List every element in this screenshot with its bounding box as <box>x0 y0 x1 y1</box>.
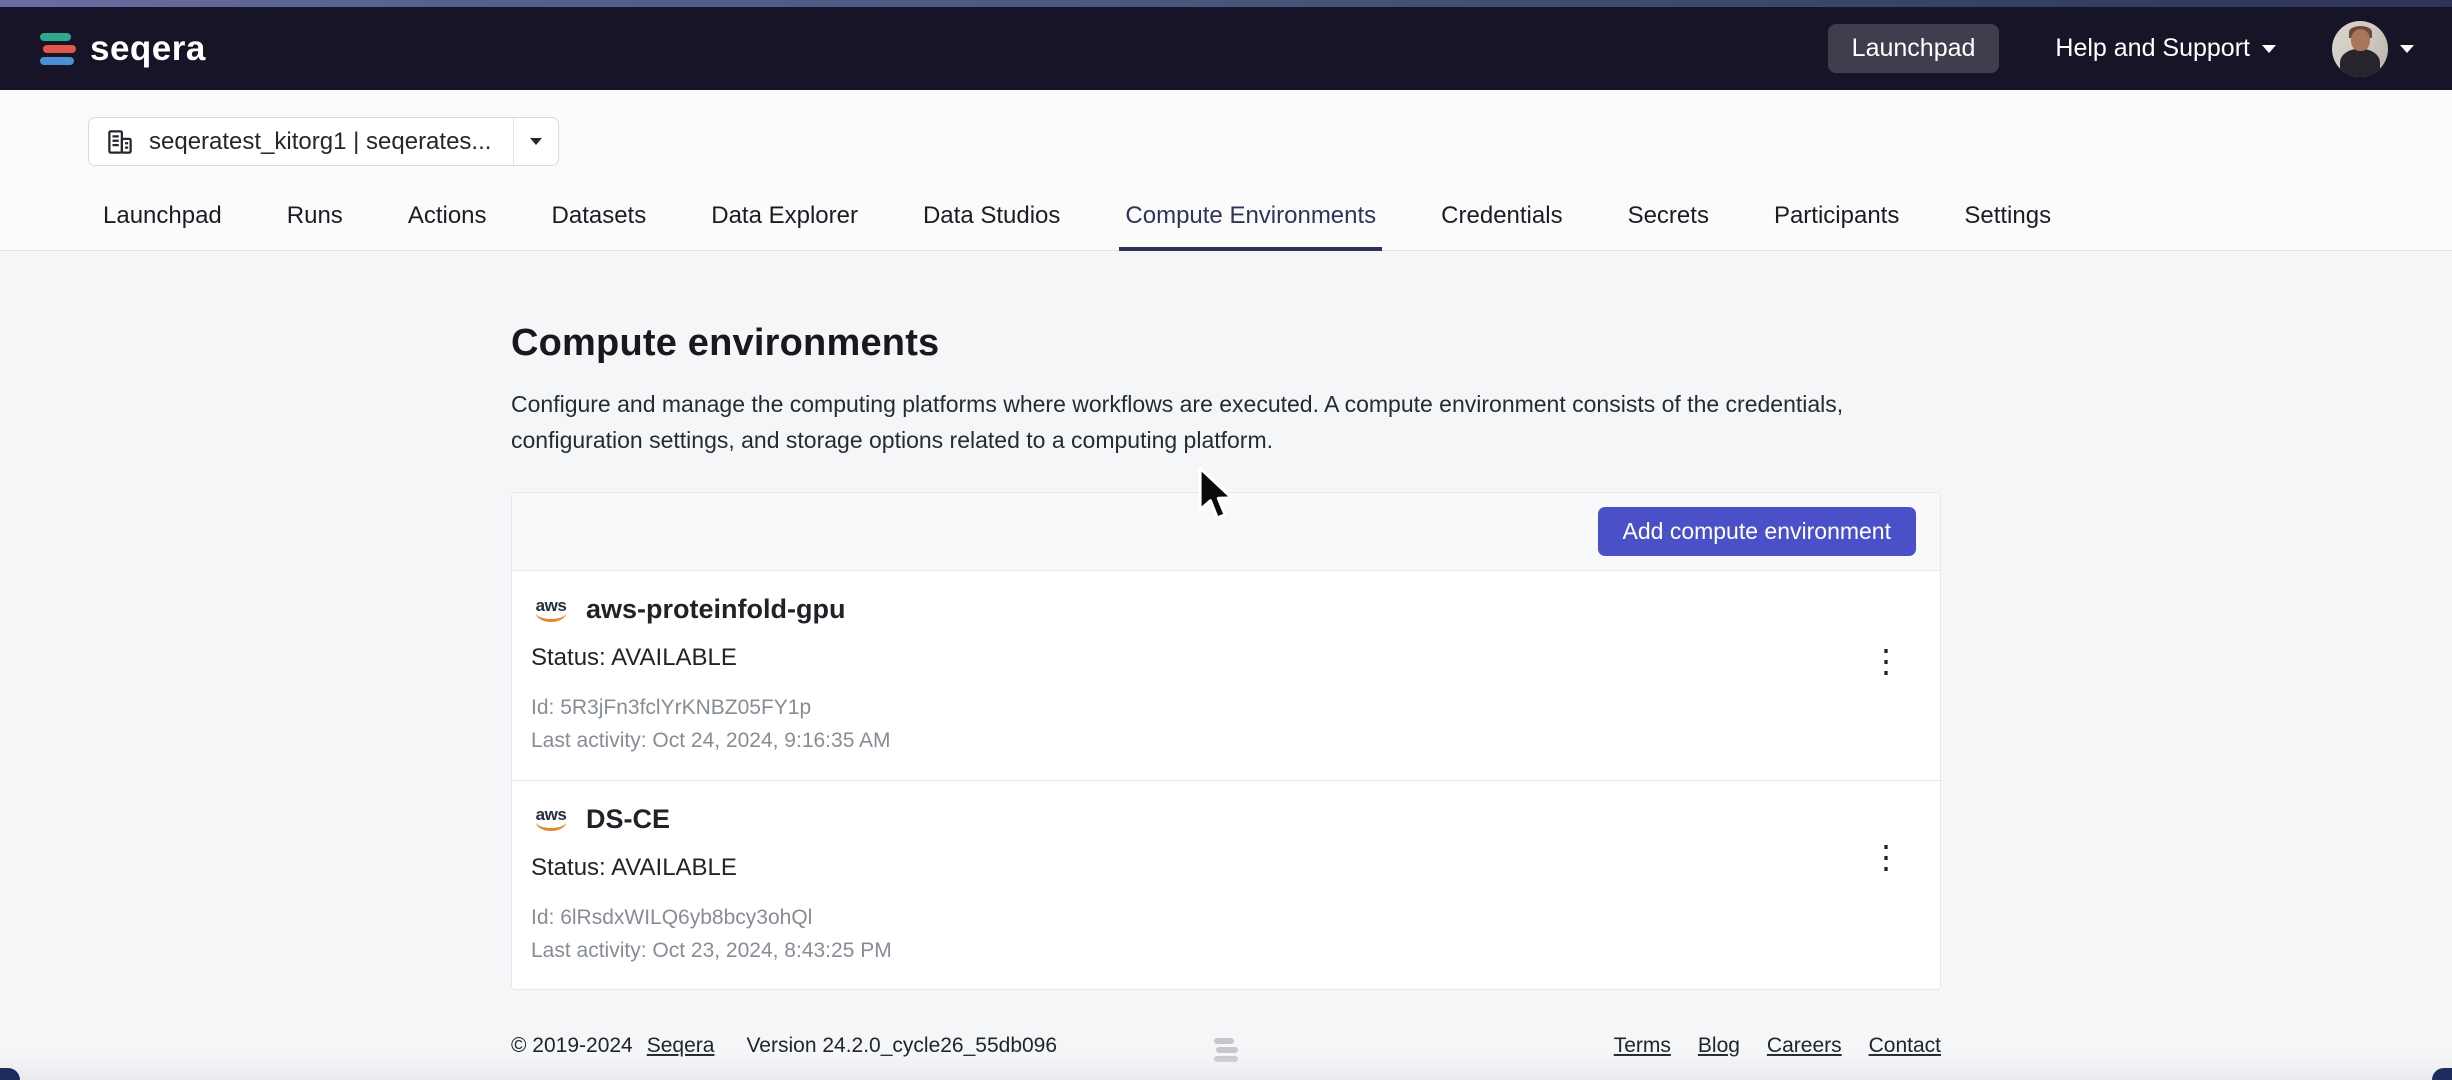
organization-icon <box>108 129 132 154</box>
chevron-down-icon <box>2400 44 2414 53</box>
compute-environments-panel: Add compute environment aws aws-proteinf… <box>511 492 1941 991</box>
status-value: AVAILABLE <box>611 853 737 881</box>
workspace-selector[interactable]: seqeratest_kitorg1 | seqerates... <box>88 117 560 166</box>
workspace-dropdown-toggle[interactable] <box>513 118 558 165</box>
environment-name-link[interactable]: aws-proteinfold-gpu <box>586 594 845 625</box>
chevron-down-icon <box>2262 44 2276 53</box>
workspace-tabs: Launchpad Runs Actions Datasets Data Exp… <box>0 192 2452 251</box>
compute-environment-row[interactable]: aws aws-proteinfold-gpu Status: AVAILABL… <box>512 571 1940 779</box>
tab-launchpad[interactable]: Launchpad <box>97 192 228 251</box>
tab-settings[interactable]: Settings <box>1958 192 2057 251</box>
main-content: Compute environments Configure and manag… <box>511 251 1941 991</box>
tab-runs[interactable]: Runs <box>281 192 349 251</box>
avatar <box>2332 20 2388 77</box>
workspace-selected-value: seqeratest_kitorg1 | seqerates... <box>149 127 492 155</box>
page-title: Compute environments <box>511 322 940 364</box>
seqera-logo[interactable]: seqera <box>40 29 206 69</box>
tab-actions[interactable]: Actions <box>402 192 493 251</box>
status-label: Status: <box>531 644 606 672</box>
top-navbar: seqera Launchpad Help and Support <box>0 7 2452 90</box>
environment-status: Status: AVAILABLE <box>531 644 1860 672</box>
brand-name: seqera <box>90 28 206 68</box>
row-options-kebab-icon[interactable]: ⋮ <box>1860 641 1912 681</box>
row-options-kebab-icon[interactable]: ⋮ <box>1860 837 1912 877</box>
environment-name-link[interactable]: DS-CE <box>586 804 670 835</box>
launchpad-button[interactable]: Launchpad <box>1827 24 2000 73</box>
aws-provider-icon: aws <box>531 597 571 622</box>
tab-compute-environments[interactable]: Compute Environments <box>1119 192 1383 251</box>
chevron-down-icon <box>530 138 543 145</box>
status-label: Status: <box>531 853 606 881</box>
help-and-support-menu[interactable]: Help and Support <box>2055 34 2276 63</box>
environment-id: Id: 5R3jFn3fclYrKNBZ05FY1p <box>531 696 812 720</box>
aws-provider-icon: aws <box>531 806 571 832</box>
environment-status: Status: AVAILABLE <box>531 854 1860 882</box>
compute-environment-row[interactable]: aws DS-CE Status: AVAILABLE Id: 6lRsdxWI… <box>512 779 1940 989</box>
tab-credentials[interactable]: Credentials <box>1435 192 1568 251</box>
tab-datasets[interactable]: Datasets <box>546 192 653 251</box>
bottom-gradient <box>0 1054 2452 1080</box>
window-top-edge <box>0 0 2452 7</box>
panel-toolbar: Add compute environment <box>512 493 1940 572</box>
user-menu[interactable] <box>2332 20 2414 77</box>
add-compute-environment-button[interactable]: Add compute environment <box>1597 507 1916 557</box>
environment-id: Id: 6lRsdxWILQ6yb8bcy3ohQl <box>531 905 813 929</box>
tab-participants[interactable]: Participants <box>1768 192 1905 251</box>
page-description: Configure and manage the computing platf… <box>511 391 1844 453</box>
status-value: AVAILABLE <box>611 644 737 672</box>
tab-data-explorer[interactable]: Data Explorer <box>705 192 864 251</box>
tab-data-studios[interactable]: Data Studios <box>917 192 1066 251</box>
tab-secrets[interactable]: Secrets <box>1622 192 1715 251</box>
workspace-header: seqeratest_kitorg1 | seqerates... Launch… <box>0 90 2452 251</box>
environment-last-activity: Last activity: Oct 23, 2024, 8:43:25 PM <box>531 938 892 962</box>
seqera-logo-icon <box>40 31 76 67</box>
environment-last-activity: Last activity: Oct 24, 2024, 9:16:35 AM <box>531 729 891 753</box>
help-and-support-label: Help and Support <box>2055 34 2250 62</box>
